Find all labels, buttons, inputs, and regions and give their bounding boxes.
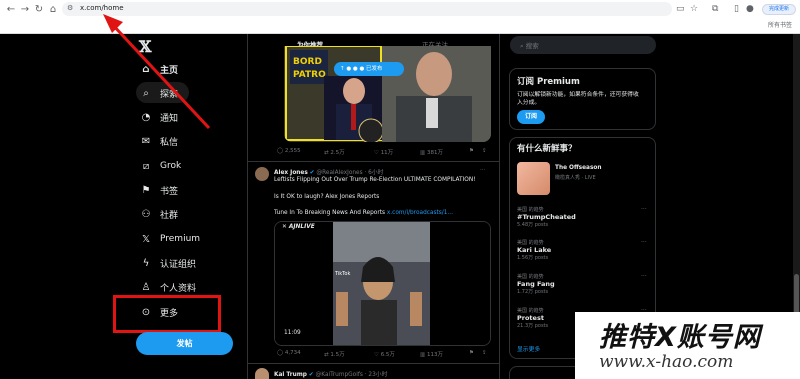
annotation-arrow	[103, 14, 211, 130]
